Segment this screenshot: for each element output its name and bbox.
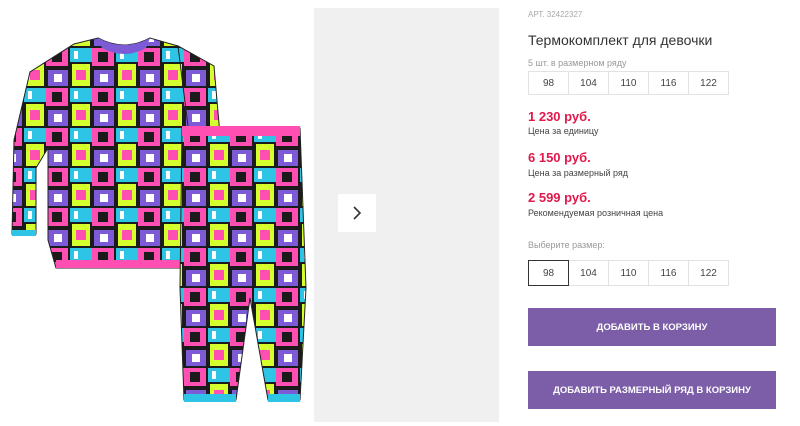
size-option-104[interactable]: 104 — [568, 260, 609, 286]
product-image[interactable] — [0, 8, 312, 422]
pack-size: 116 — [648, 71, 689, 95]
article-number: АРТ. 32422327 — [528, 10, 583, 19]
pack-sizes: 98 104 110 116 122 — [528, 71, 729, 95]
unit-price-label: Цена за единицу — [528, 126, 599, 136]
unit-price: 1 230 руб. — [528, 109, 591, 124]
chevron-right-icon — [353, 206, 362, 220]
retail-price-label: Рекомендуемая розничная цена — [528, 208, 664, 218]
add-to-cart-button[interactable]: ДОБАВИТЬ В КОРЗИНУ — [528, 308, 776, 346]
product-gallery — [0, 0, 500, 426]
size-option-110[interactable]: 110 — [608, 260, 649, 286]
size-option-98[interactable]: 98 — [528, 260, 569, 286]
row-price-label: Цена за размерный ряд — [528, 168, 629, 178]
add-size-row-to-cart-button[interactable]: ДОБАВИТЬ РАЗМЕРНЫЙ РЯД В КОРЗИНУ — [528, 371, 776, 409]
gallery-next-button[interactable] — [338, 194, 376, 232]
pack-size: 104 — [568, 71, 609, 95]
pack-size: 98 — [528, 71, 569, 95]
size-select-hint: Выберите размер: — [528, 240, 605, 250]
pajama-set-illustration — [11, 37, 307, 402]
size-option-116[interactable]: 116 — [648, 260, 689, 286]
row-price: 6 150 руб. — [528, 150, 591, 165]
retail-price: 2 599 руб. — [528, 190, 591, 205]
size-option-122[interactable]: 122 — [688, 260, 729, 286]
pack-size: 110 — [608, 71, 649, 95]
product-title: Термокомплект для девочки — [528, 32, 713, 48]
pack-size: 122 — [688, 71, 729, 95]
pack-hint: 5 шт. в размерном ряду — [528, 58, 627, 68]
size-selector: 98 104 110 116 122 — [528, 260, 729, 286]
product-details: АРТ. 32422327 Термокомплект для девочки … — [528, 0, 800, 426]
